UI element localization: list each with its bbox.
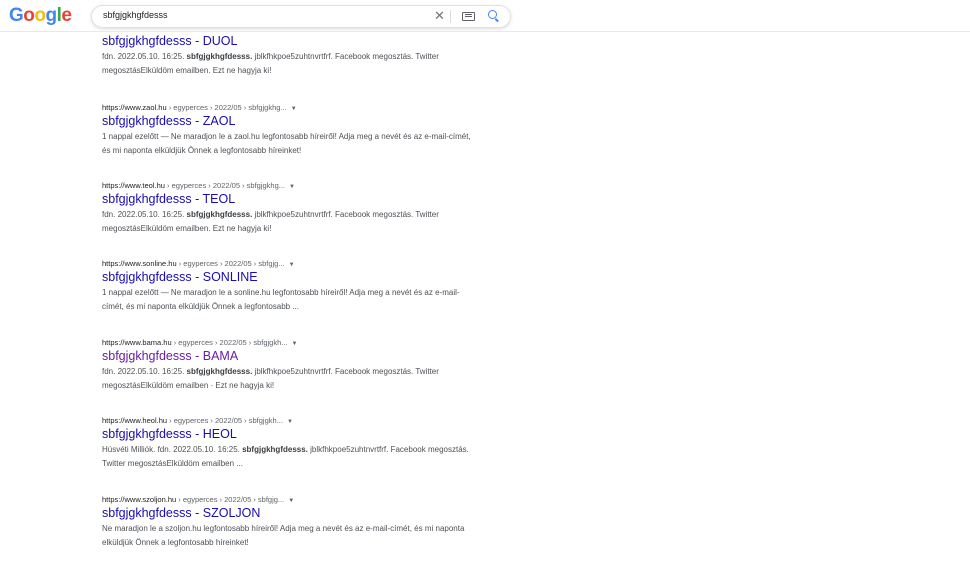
result-title[interactable]: sbfgjgkhgfdesss - BAMA [102,348,482,365]
result-path: › egyperces › 2022/05 › sbfgjg... [176,495,285,504]
result-title[interactable]: sbfgjgkhgfdesss - ZAOL [102,113,482,130]
result-snippet: Húsvéti Milliók. fdn. 2022.05.10. 16:25.… [102,443,472,470]
result-site: https://www.szoljon.hu [102,495,177,504]
snippet-text: fdn. 2022.05.10. 16:25. [102,367,187,376]
search-result: sbfgjgkhgfdesss - DUOL fdn. 2022.05.10. … [102,33,482,102]
result-url[interactable]: https://www.bama.hu › egyperces › 2022/0… [102,337,482,348]
search-result: https://www.heol.hu › egyperces › 2022/0… [102,415,482,494]
result-snippet: fdn. 2022.05.10. 16:25. sbfgjgkhgfdesss.… [102,365,472,392]
result-site: https://www.zaol.hu [102,103,167,112]
chevron-down-icon[interactable]: ▼ [291,106,297,112]
result-path: › egyperces › 2022/05 › sbfgjgkhg... [164,181,286,190]
snippet-highlight: sbfgjgkhgfdesss. [242,445,308,454]
snippet-text: Húsvéti Milliók. fdn. 2022.05.10. 16:25. [102,445,243,454]
snippet-highlight: sbfgjgkhgfdesss. [186,367,253,376]
chevron-down-icon[interactable]: ▼ [287,419,293,425]
result-url[interactable]: https://www.szoljon.hu › egyperces › 202… [102,494,482,505]
result-path: › egyperces › 2022/05 › sbfgjgkh... [171,338,288,347]
search-icon[interactable] [488,10,497,19]
search-result: https://www.zaol.hu › egyperces › 2022/0… [102,102,482,180]
search-box[interactable]: sbfgjgkhgfdesss ✕ [91,5,511,28]
google-logo[interactable]: Google [9,5,72,27]
search-result: https://www.sonline.hu › egyperces › 202… [102,258,482,337]
chevron-down-icon[interactable]: ▼ [292,341,298,347]
result-url[interactable]: https://www.sonline.hu › egyperces › 202… [102,258,482,269]
logo-letter: o [23,5,35,26]
snippet-text: fdn. 2022.05.10. 16:25. [102,210,187,219]
result-title[interactable]: sbfgjgkhgfdesss - HEOL [102,426,482,443]
result-url[interactable]: https://www.heol.hu › egyperces › 2022/0… [102,415,482,426]
search-result: https://www.bama.hu › egyperces › 2022/0… [102,337,482,415]
search-divider [450,10,451,23]
search-input[interactable]: sbfgjgkhgfdesss [103,10,168,20]
snippet-highlight: sbfgjgkhgfdesss. [186,52,253,61]
result-snippet: 1 nappal ezelőtt — Ne maradjon le a zaol… [102,130,472,157]
result-snippet: fdn. 2022.05.10. 16:25. sbfgjgkhgfdesss.… [102,208,472,235]
result-snippet: Ne maradjon le a szoljon.hu legfontosabb… [102,522,472,549]
logo-letter: e [61,5,72,26]
result-path: › egyperces › 2022/05 › sbfgjg... [176,259,285,268]
result-site: https://www.bama.hu [102,338,172,347]
snippet-highlight: sbfgjgkhgfdesss. [186,210,253,219]
snippet-text: Ne maradjon le a szoljon.hu legfontosabb… [102,524,465,547]
result-site: https://www.teol.hu [102,181,165,190]
results-list: sbfgjgkhgfdesss - DUOL fdn. 2022.05.10. … [102,33,482,564]
result-url[interactable]: https://www.teol.hu › egyperces › 2022/0… [102,180,482,191]
logo-letter: o [34,5,46,26]
search-result: https://www.teol.hu › egyperces › 2022/0… [102,180,482,258]
search-header: Google sbfgjgkhgfdesss ✕ [0,0,970,32]
snippet-text: 1 nappal ezelőtt — Ne maradjon le a zaol… [102,132,471,155]
logo-letter: g [45,5,58,26]
result-title[interactable]: sbfgjgkhgfdesss - TEOL [102,191,482,208]
logo-letter: G [9,5,24,26]
result-site: https://www.sonline.hu [102,259,177,268]
result-path: › egyperces › 2022/05 › sbfgjgkh... [167,416,283,425]
result-path: › egyperces › 2022/05 › sbfgjgkhg... [166,103,287,112]
result-site: https://www.heol.hu [102,416,168,425]
keyboard-icon[interactable] [462,12,475,21]
chevron-down-icon[interactable]: ▼ [289,184,295,190]
search-result: https://www.szoljon.hu › egyperces › 202… [102,494,482,564]
result-title[interactable]: sbfgjgkhgfdesss - SZOLJON [102,505,482,522]
result-snippet: 1 nappal ezelőtt — Ne maradjon le a sonl… [102,286,472,313]
chevron-down-icon[interactable]: ▼ [289,262,295,268]
snippet-text: fdn. 2022.05.10. 16:25. [102,52,187,61]
result-url[interactable]: https://www.zaol.hu › egyperces › 2022/0… [102,102,482,113]
snippet-text: 1 nappal ezelőtt — Ne maradjon le a sonl… [102,288,460,311]
result-title[interactable]: sbfgjgkhgfdesss - SONLINE [102,269,482,286]
chevron-down-icon[interactable]: ▼ [288,498,294,504]
result-snippet: fdn. 2022.05.10. 16:25. sbfgjgkhgfdesss.… [102,50,472,77]
result-title[interactable]: sbfgjgkhgfdesss - DUOL [102,33,482,50]
close-icon[interactable]: ✕ [434,8,445,24]
